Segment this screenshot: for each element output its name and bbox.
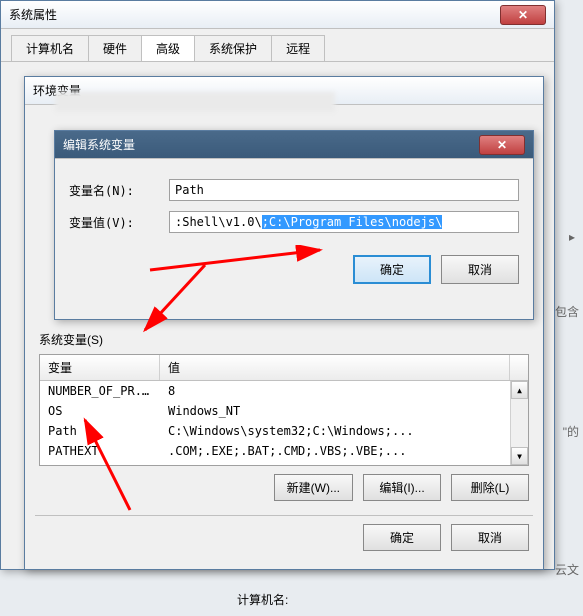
tab-advanced[interactable]: 高级 — [141, 35, 195, 61]
scroll-up-icon[interactable]: ▲ — [511, 381, 528, 399]
table-row[interactable]: NUMBER_OF_PR... 8 — [40, 381, 528, 401]
table-row[interactable]: PATHEXT .COM;.EXE;.BAT;.CMD;.VBS;.VBE;..… — [40, 441, 528, 461]
sysprops-tabs: 计算机名 硬件 高级 系统保护 远程 — [1, 29, 554, 62]
ok-button[interactable]: 确定 — [353, 255, 431, 284]
close-button[interactable]: ✕ — [479, 135, 525, 155]
col-variable[interactable]: 变量 — [40, 355, 160, 380]
cancel-button[interactable]: 取消 — [441, 255, 519, 284]
bg-arrow: ▸ — [569, 230, 575, 244]
col-value[interactable]: 值 — [160, 355, 510, 380]
sysprops-titlebar: 系统属性 ✕ — [1, 1, 554, 29]
bg-text: 包含 — [555, 303, 579, 320]
value-prefix-text: :Shell\v1.0\ — [175, 215, 262, 229]
tab-hardware[interactable]: 硬件 — [88, 35, 142, 61]
close-button[interactable]: ✕ — [500, 5, 546, 25]
tab-remote[interactable]: 远程 — [271, 35, 325, 61]
table-row[interactable]: Path C:\Windows\system32;C:\Windows;... — [40, 421, 528, 441]
close-icon: ✕ — [497, 138, 507, 152]
new-button[interactable]: 新建(W)... — [274, 474, 353, 501]
close-icon: ✕ — [518, 8, 528, 22]
sysprops-title: 系统属性 — [9, 6, 57, 23]
bg-text: 云文 — [555, 561, 579, 578]
table-header: 变量 值 — [40, 355, 528, 381]
bg-text: "的 — [563, 423, 579, 440]
tab-system-protection[interactable]: 系统保护 — [194, 35, 272, 61]
cell-value: C:\Windows\system32;C:\Windows;... — [160, 423, 528, 439]
cell-name: Path — [40, 423, 160, 439]
edit-button[interactable]: 编辑(I)... — [363, 474, 441, 501]
cell-value: 8 — [160, 383, 528, 399]
var-name-input[interactable] — [169, 179, 519, 201]
cell-name: NUMBER_OF_PR... — [40, 383, 160, 399]
cell-name: PATHEXT — [40, 443, 160, 459]
cell-name: OS — [40, 403, 160, 419]
cell-value: Windows_NT — [160, 403, 528, 419]
table-scrollbar[interactable]: ▲ ▼ — [510, 381, 528, 465]
editvar-titlebar: 编辑系统变量 ✕ — [55, 131, 533, 159]
delete-button[interactable]: 删除(L) — [451, 474, 529, 501]
editvar-title: 编辑系统变量 — [63, 136, 135, 153]
cancel-button[interactable]: 取消 — [451, 524, 529, 551]
blurred-text — [55, 92, 335, 112]
computer-name-label: 计算机名: — [237, 591, 288, 608]
cell-value: .COM;.EXE;.BAT;.CMD;.VBS;.VBE;... — [160, 443, 528, 459]
scroll-header — [510, 355, 528, 380]
table-row[interactable]: OS Windows_NT — [40, 401, 528, 421]
ok-button[interactable]: 确定 — [363, 524, 441, 551]
value-selected-text: ;C:\Program Files\nodejs\ — [262, 215, 443, 229]
var-name-label: 变量名(N): — [69, 182, 169, 199]
sys-vars-table: 变量 值 NUMBER_OF_PR... 8 OS Windows_NT Pat… — [39, 354, 529, 466]
tab-computer-name[interactable]: 计算机名 — [11, 35, 89, 61]
edit-sys-var-dialog: 编辑系统变量 ✕ 变量名(N): 变量值(V): :Shell\v1.0\;C:… — [54, 130, 534, 320]
system-variables-label: 系统变量(S) — [39, 331, 533, 348]
scroll-down-icon[interactable]: ▼ — [511, 447, 528, 465]
scroll-track[interactable] — [511, 399, 528, 447]
var-value-input[interactable]: :Shell\v1.0\;C:\Program Files\nodejs\ — [169, 211, 519, 233]
var-value-label: 变量值(V): — [69, 214, 169, 231]
